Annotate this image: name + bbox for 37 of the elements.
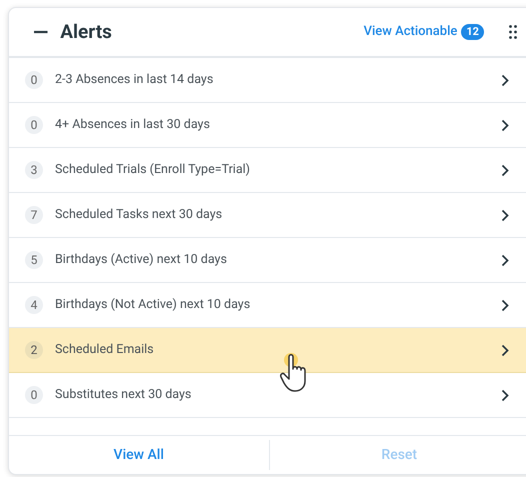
chevron-right-icon — [501, 254, 509, 266]
alert-label: 4+ Absences in last 30 days — [55, 116, 210, 134]
alert-label: Birthdays (Active) next 10 days — [55, 250, 227, 269]
alert-row[interactable]: 0 2-3 Absences in last 14 days — [9, 58, 526, 103]
chevron-right-icon — [501, 298, 509, 312]
alert-label: 2-3 Absences in last 14 days — [55, 70, 214, 89]
count-badge: 7 — [25, 206, 43, 224]
alert-label: Birthdays (Not Active) next 10 days — [55, 296, 250, 314]
count-badge: 5 — [25, 251, 43, 269]
alert-row[interactable]: 0 Substitutes next 30 days — [9, 373, 526, 418]
chevron-right-icon — [501, 118, 509, 132]
card-title: Alerts — [60, 18, 112, 45]
alert-row[interactable]: 7 Scheduled Tasks next 30 days — [9, 193, 526, 238]
chevron-right-icon — [501, 164, 509, 176]
alert-row[interactable]: 5 Birthdays (Active) next 10 days — [9, 238, 526, 283]
alert-label: Substitutes next 30 days — [55, 386, 192, 404]
count-badge: 3 — [25, 161, 43, 179]
count-badge: 0 — [25, 116, 43, 134]
count-badge: 2 — [25, 341, 43, 359]
count-badge: 12 — [461, 24, 484, 40]
drag-handle-icon[interactable] — [509, 25, 517, 39]
chevron-right-icon — [501, 208, 509, 222]
chevron-right-icon — [501, 74, 509, 86]
collapse-button[interactable]: — — [33, 17, 48, 47]
alert-row[interactable]: 4 Birthdays (Not Active) next 10 days — [9, 283, 526, 328]
count-badge: 4 — [25, 296, 43, 314]
alert-row[interactable]: 3 Scheduled Trials (Enroll Type=Trial) — [9, 148, 526, 193]
alert-label: Scheduled Tasks next 30 days — [55, 206, 222, 224]
count-badge: 0 — [25, 386, 43, 404]
view-actionable-link[interactable]: View Actionable — [364, 22, 458, 42]
count-badge: 0 — [25, 71, 43, 89]
alert-row[interactable]: 0 4+ Absences in last 30 days — [9, 103, 526, 148]
alert-label: Scheduled Emails — [55, 340, 154, 359]
alert-row[interactable]: 2 Scheduled Emails — [9, 328, 526, 373]
chevron-right-icon — [501, 388, 509, 402]
alert-label: Scheduled Trials (Enroll Type=Trial) — [55, 160, 250, 179]
chevron-right-icon — [501, 344, 509, 356]
